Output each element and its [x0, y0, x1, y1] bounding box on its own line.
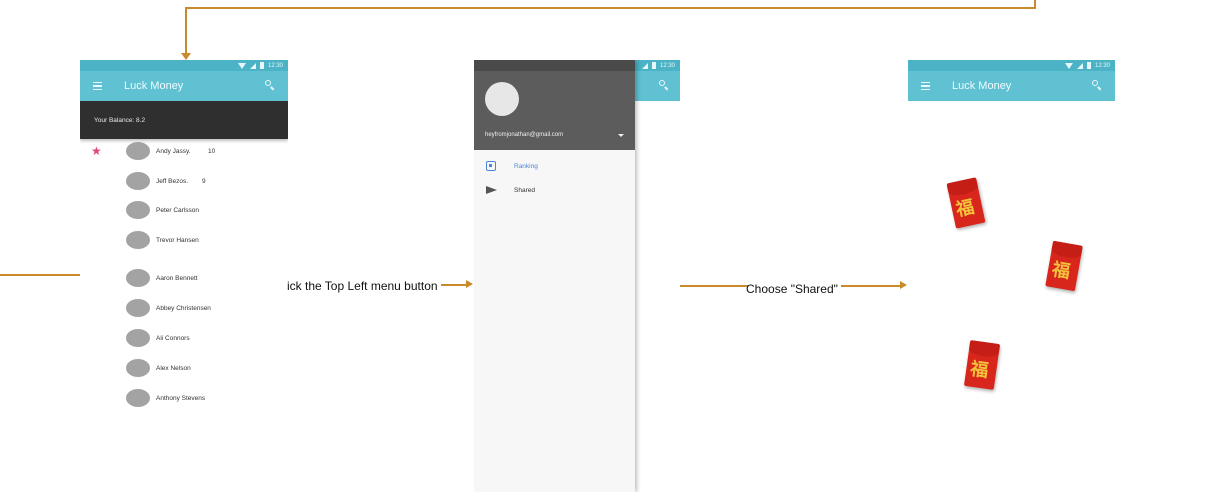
battery-icon [651, 62, 656, 69]
status-bar: 12:30 [908, 60, 1115, 71]
drawer-status-area [474, 60, 635, 71]
list-item-name: Trevor Hansen [156, 236, 199, 244]
list-item-score: 9 [202, 177, 206, 185]
list-item-name: Andy Jassy. [156, 147, 191, 155]
signal-icon [641, 62, 648, 69]
signal-icon [249, 62, 256, 69]
list-item-name: Ali Connors [156, 334, 190, 342]
battery-icon [259, 62, 264, 69]
list-item[interactable]: Jeff Bezos. 9 [80, 169, 288, 193]
list-item-name: Aaron Bennett [156, 274, 198, 282]
flow-connector-top-vertical-left [185, 7, 187, 55]
search-icon[interactable] [1091, 79, 1105, 93]
list-item-name: Peter Carlsson [156, 206, 199, 214]
screen-shared: 12:30 Luck Money [908, 60, 1115, 102]
account-email: heyfromjonathan@gmail.com [485, 132, 564, 138]
list-item-name: Anthony Stevens [156, 394, 206, 402]
signal-icon [1076, 62, 1083, 69]
status-icons: 12:30 [237, 60, 283, 71]
search-icon[interactable] [264, 79, 278, 93]
red-envelope[interactable]: 福 [1045, 240, 1083, 292]
flow-arrowhead-right [466, 280, 473, 288]
list-item[interactable]: Alex Nelson [80, 356, 288, 380]
screen-drawer: 12:30 heyfromjonathan@gmail.com Ranking … [474, 60, 680, 492]
flow-arrowhead-down [181, 53, 191, 60]
underlying-status-bar: 12:30 [635, 60, 680, 71]
list-item[interactable]: Ali Connors [80, 326, 288, 350]
drawer-item-label: Shared [514, 186, 535, 194]
ranking-icon [486, 161, 496, 171]
send-icon [486, 186, 497, 194]
app-title: Luck Money [952, 80, 1012, 92]
avatar [126, 299, 150, 317]
avatar [126, 359, 150, 377]
star-icon: ★ [91, 144, 102, 158]
flow-step-label-menu: ick the Top Left menu button [287, 279, 438, 293]
avatar [485, 82, 519, 116]
status-icons: 12:30 [641, 60, 675, 71]
status-time: 12:30 [1094, 62, 1110, 69]
wifi-icon [1064, 62, 1073, 69]
drawer-item-ranking[interactable]: Ranking [474, 155, 635, 177]
list-item[interactable]: Abbey Christensen [80, 296, 288, 320]
list-item-score: 10 [208, 147, 216, 155]
battery-icon [1086, 62, 1091, 69]
list-item[interactable]: Trevor Hansen [80, 228, 288, 252]
search-icon[interactable] [658, 79, 672, 93]
flow-arrowhead-right [900, 281, 907, 289]
fu-character: 福 [954, 196, 977, 221]
menu-icon[interactable] [908, 71, 942, 101]
wifi-icon [237, 62, 246, 69]
balance-bar: Your Balance: 8.2 [80, 101, 288, 139]
avatar [126, 231, 150, 249]
avatar [126, 269, 150, 287]
flow-connector-menu [441, 284, 468, 286]
list-item-name: Jeff Bezos. [156, 177, 189, 185]
drawer-item-label: Ranking [514, 162, 538, 170]
app-toolbar: Luck Money [80, 71, 288, 101]
fu-character: 福 [1050, 259, 1072, 283]
status-time: 12:30 [267, 62, 283, 69]
list-item[interactable]: Aaron Bennett [80, 266, 288, 290]
fu-character: 福 [968, 358, 990, 382]
status-time: 12:30 [659, 62, 675, 69]
avatar [126, 172, 150, 190]
flow-connector-top-horizontal [185, 7, 1036, 9]
drawer-item-shared[interactable]: Shared [474, 179, 635, 201]
list-item[interactable]: ★ Andy Jassy. 10 [80, 139, 288, 163]
avatar [126, 389, 150, 407]
flow-connector-shared-right [841, 285, 902, 287]
status-icons: 12:30 [1064, 60, 1110, 71]
status-bar: 12:30 [80, 60, 288, 71]
flow-step-label-shared: Choose "Shared" [746, 282, 838, 296]
menu-icon[interactable] [80, 71, 114, 101]
avatar [126, 329, 150, 347]
avatar [126, 142, 150, 160]
red-envelope[interactable]: 福 [946, 177, 986, 229]
drawer-header: heyfromjonathan@gmail.com [474, 71, 635, 150]
underlying-toolbar [635, 71, 680, 101]
red-envelope[interactable]: 福 [963, 340, 1001, 390]
list-item-name: Abbey Christensen [156, 304, 211, 312]
list-item-name: Alex Nelson [156, 364, 191, 372]
flow-connector-shared-left [680, 285, 748, 287]
app-title: Luck Money [124, 80, 184, 92]
list-item[interactable]: Anthony Stevens [80, 386, 288, 410]
list-item[interactable]: Peter Carlsson [80, 198, 288, 222]
navigation-drawer: heyfromjonathan@gmail.com Ranking Shared [474, 60, 635, 492]
app-toolbar: Luck Money [908, 71, 1115, 101]
avatar [126, 201, 150, 219]
screen-ranking: 12:30 Luck Money Your Balance: 8.2 ★ Andy… [80, 60, 288, 420]
flow-connector-left-stub [0, 274, 80, 276]
chevron-down-icon[interactable] [618, 134, 624, 137]
